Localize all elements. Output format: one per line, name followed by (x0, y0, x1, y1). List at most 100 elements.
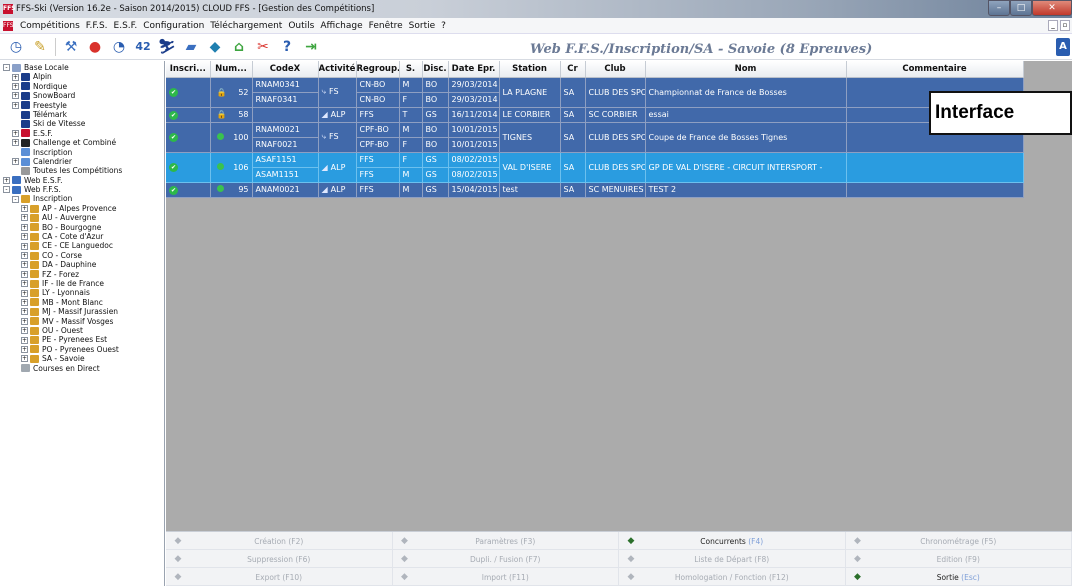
ball-icon[interactable]: ● (83, 36, 107, 58)
tree-item[interactable]: + Challenge et Combiné (0, 138, 164, 147)
expand-icon[interactable]: + (21, 214, 28, 222)
expand-icon[interactable]: + (21, 308, 28, 316)
chronom-trage-button[interactable]: ◆ Chronométrage (F5) (846, 532, 1072, 550)
tree-item[interactable]: + AU - Auvergne (0, 213, 164, 222)
clock-icon[interactable]: ◔ (107, 36, 131, 58)
menu-item-1[interactable]: F.F.S. (83, 21, 111, 31)
edit-icon[interactable]: ✎ (28, 36, 52, 58)
cr-ation-button[interactable]: ◆ Création (F2) (166, 532, 393, 550)
concurrents-button[interactable]: ◆ Concurrents (F4) (619, 532, 846, 550)
snowboard-icon[interactable]: ▰ (179, 36, 203, 58)
column-header[interactable]: Activité (318, 61, 357, 78)
tree-item[interactable]: + SA - Savoie (0, 354, 164, 363)
liste-de-d-part-button[interactable]: ◆ Liste de Départ (F8) (619, 550, 846, 568)
tree-item[interactable]: + MJ - Massif Jurassien (0, 307, 164, 316)
timer-icon[interactable]: ◷ (4, 36, 28, 58)
collapse-icon[interactable]: - (12, 195, 19, 203)
help-icon[interactable]: ? (275, 36, 299, 58)
tree-item[interactable]: Ski de Vitesse (0, 119, 164, 128)
scissors-icon[interactable]: ✂ (251, 36, 275, 58)
expand-icon[interactable]: + (21, 261, 28, 269)
menu-item-4[interactable]: Téléchargement (207, 21, 285, 31)
tree-item[interactable]: + CA - Cote d'Azur (0, 232, 164, 241)
expand-icon[interactable]: + (12, 73, 19, 81)
close-button[interactable]: ✕ (1032, 0, 1072, 16)
menu-item-7[interactable]: Fenêtre (366, 21, 406, 31)
maximize-button[interactable]: □ (1010, 0, 1032, 16)
column-header[interactable]: Commentaire (846, 61, 1024, 78)
mdi-restore-button[interactable]: ▫ (1060, 20, 1070, 31)
expand-icon[interactable]: + (12, 139, 19, 147)
tree-item[interactable]: + Web E.S.F. (0, 176, 164, 185)
tree-item[interactable]: + BO - Bourgogne (0, 223, 164, 232)
column-header[interactable]: Club (585, 61, 646, 78)
tree-item[interactable]: + Freestyle (0, 101, 164, 110)
table-row[interactable]: ✔ 100 RNAM0021 ⤷ FS CPF-BO M BO 10/01/2015 TIGNES… (166, 122, 1024, 153)
mdi-minimize-button[interactable]: _ (1048, 20, 1058, 31)
tree-item[interactable]: - Base Locale (0, 63, 164, 72)
expand-icon[interactable]: + (12, 92, 19, 100)
tree-item[interactable]: + CO - Corse (0, 251, 164, 260)
tree-item[interactable]: Inscription (0, 148, 164, 157)
numbers-icon[interactable]: 42 (131, 36, 155, 58)
tree-item[interactable]: + LY - Lyonnais (0, 288, 164, 297)
menu-item-2[interactable]: E.S.F. (111, 21, 141, 31)
suppression-button[interactable]: ◆ Suppression (F6) (166, 550, 393, 568)
column-header[interactable]: Num... (210, 61, 253, 78)
expand-icon[interactable]: + (21, 280, 28, 288)
column-header[interactable]: CodeX (252, 61, 319, 78)
expand-icon[interactable]: + (21, 298, 28, 306)
expand-icon[interactable]: + (21, 252, 28, 259)
table-row[interactable]: ✔ 95 ANAM0021 ◢ ALP FFS M GS 15/04/2015 test SA SC … (166, 182, 1024, 198)
expand-icon[interactable]: + (21, 289, 28, 297)
tree-item[interactable]: - Web F.F.S. (0, 185, 164, 194)
tree-item[interactable]: + OU - Ouest (0, 326, 164, 335)
expand-icon[interactable]: + (12, 158, 19, 166)
table-row[interactable]: ✔ 106 ASAF1151 ◢ ALP FFS F GS 08/02/2015 VAL D'IS… (166, 152, 1024, 183)
tree-item[interactable]: + PO - Pyrenees Ouest (0, 345, 164, 354)
expand-icon[interactable]: + (21, 270, 28, 278)
expand-icon[interactable]: + (21, 317, 28, 325)
tree-item[interactable]: + IF - Ile de France (0, 279, 164, 288)
expand-icon[interactable]: + (21, 355, 28, 363)
table-row[interactable]: ✔ 🔒 52 RNAM0341 ⤷ FS CN-BO M BO 29/03/2014 LA PLAG… (166, 77, 1024, 108)
tree-item[interactable]: + DA - Dauphine (0, 260, 164, 269)
tree-item[interactable]: + PE - Pyrenees Est (0, 335, 164, 344)
tree-item[interactable]: + E.S.F. (0, 129, 164, 138)
edition-button[interactable]: ◆ Edition (F9) (846, 550, 1072, 568)
tree-item[interactable]: Télémark (0, 110, 164, 119)
collapse-icon[interactable]: - (3, 64, 10, 72)
tree-item[interactable]: + Alpin (0, 72, 164, 81)
column-header[interactable]: Station (499, 61, 561, 78)
menu-item-0[interactable]: Compétitions (17, 21, 83, 31)
tree-item[interactable]: + FZ - Forez (0, 270, 164, 279)
exit-icon[interactable]: ⇥ (299, 36, 323, 58)
tree-item[interactable]: + Nordique (0, 82, 164, 91)
tree-item[interactable]: + Calendrier (0, 157, 164, 166)
table-row[interactable]: ✔ 🔒 58 ◢ ALP FFS T GS 16/11/2014 LE CORBIER SA SC C… (166, 107, 1024, 123)
column-header[interactable]: Nom (645, 61, 847, 78)
home-icon[interactable]: ⌂ (227, 36, 251, 58)
tree-item[interactable]: Courses en Direct (0, 364, 164, 373)
expand-icon[interactable]: + (21, 223, 28, 231)
expand-icon[interactable]: + (3, 176, 10, 184)
column-header[interactable]: Inscri... (166, 61, 211, 78)
menu-item-6[interactable]: Affichage (317, 21, 365, 31)
tree-item[interactable]: + MB - Mont Blanc (0, 298, 164, 307)
minimize-button[interactable]: – (988, 0, 1010, 16)
menu-item-3[interactable]: Configuration (140, 21, 207, 31)
column-header[interactable]: Regroup. (356, 61, 400, 78)
tree-item[interactable]: - Inscription (0, 194, 164, 203)
expand-icon[interactable]: + (12, 101, 19, 109)
expand-icon[interactable]: + (21, 233, 28, 241)
freestyle-icon[interactable]: ◆ (203, 36, 227, 58)
column-header[interactable]: Cr (560, 61, 586, 78)
import-button[interactable]: ◆ Import (F11) (393, 568, 619, 586)
expand-icon[interactable]: + (12, 82, 19, 90)
expand-icon[interactable]: + (12, 129, 19, 137)
collapse-icon[interactable]: - (3, 186, 10, 194)
menu-item-9[interactable]: ? (438, 21, 449, 31)
menu-item-5[interactable]: Outils (285, 21, 317, 31)
param-tres-button[interactable]: ◆ Paramètres (F3) (393, 532, 619, 550)
expand-icon[interactable]: + (21, 345, 28, 353)
